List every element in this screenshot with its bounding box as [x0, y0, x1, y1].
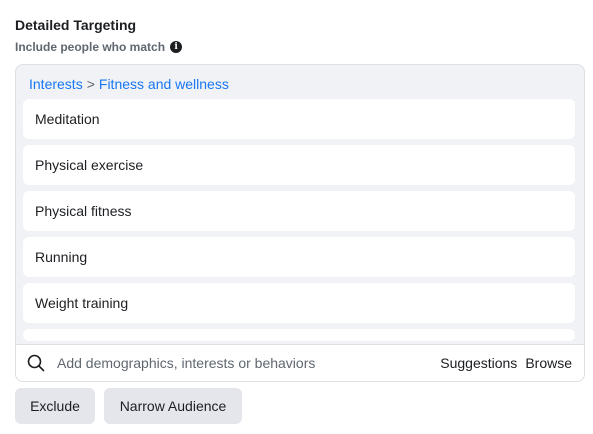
interest-list: Meditation Physical exercise Physical fi… — [23, 99, 575, 347]
list-item[interactable]: Physical fitness — [23, 191, 575, 231]
breadcrumb-separator: > — [86, 76, 95, 92]
list-item[interactable]: Meditation — [23, 99, 575, 139]
include-subtitle: Include people who match i — [15, 40, 183, 54]
list-item-partial[interactable] — [23, 329, 575, 341]
search-icon — [27, 354, 45, 372]
suggestions-link[interactable]: Suggestions — [440, 355, 517, 371]
breadcrumb-fitness-and-wellness[interactable]: Fitness and wellness — [99, 76, 229, 92]
subtitle-label: Include people who match — [15, 40, 166, 54]
search-links: Suggestions Browse — [440, 355, 572, 371]
list-item[interactable]: Weight training — [23, 283, 575, 323]
info-icon[interactable]: i — [170, 41, 183, 53]
breadcrumb-interests[interactable]: Interests — [29, 76, 83, 92]
browse-link[interactable]: Browse — [525, 355, 572, 371]
search-input[interactable] — [55, 354, 419, 372]
list-item[interactable]: Running — [23, 237, 575, 277]
exclude-button[interactable]: Exclude — [15, 388, 95, 424]
search-bar: Suggestions Browse — [16, 344, 584, 381]
list-item[interactable]: Physical exercise — [23, 145, 575, 185]
section-title: Detailed Targeting — [15, 17, 137, 33]
targeting-panel: Interests > Fitness and wellness Meditatio… — [15, 64, 585, 382]
breadcrumb: Interests > Fitness and wellness — [29, 76, 229, 92]
narrow-audience-button[interactable]: Narrow Audience — [104, 388, 242, 424]
